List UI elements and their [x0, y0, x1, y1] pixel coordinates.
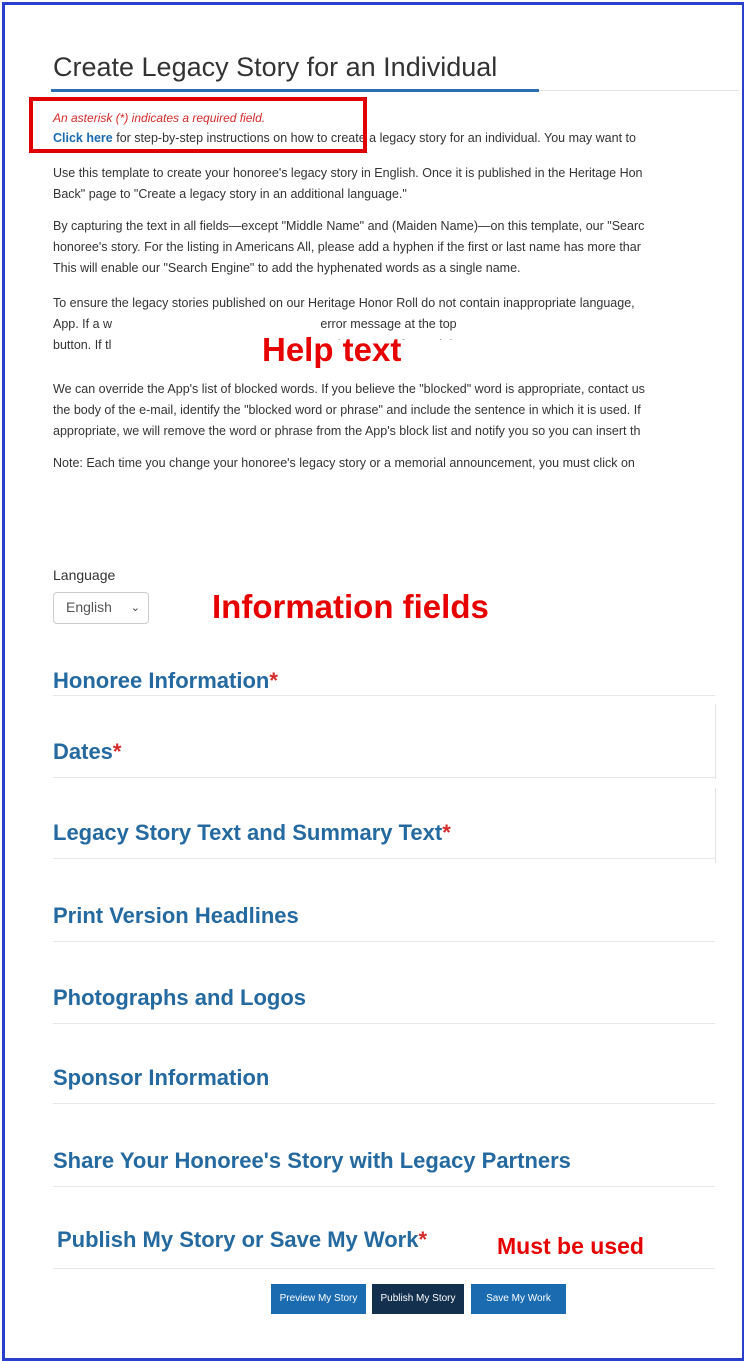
screenshot-frame [2, 2, 744, 1361]
